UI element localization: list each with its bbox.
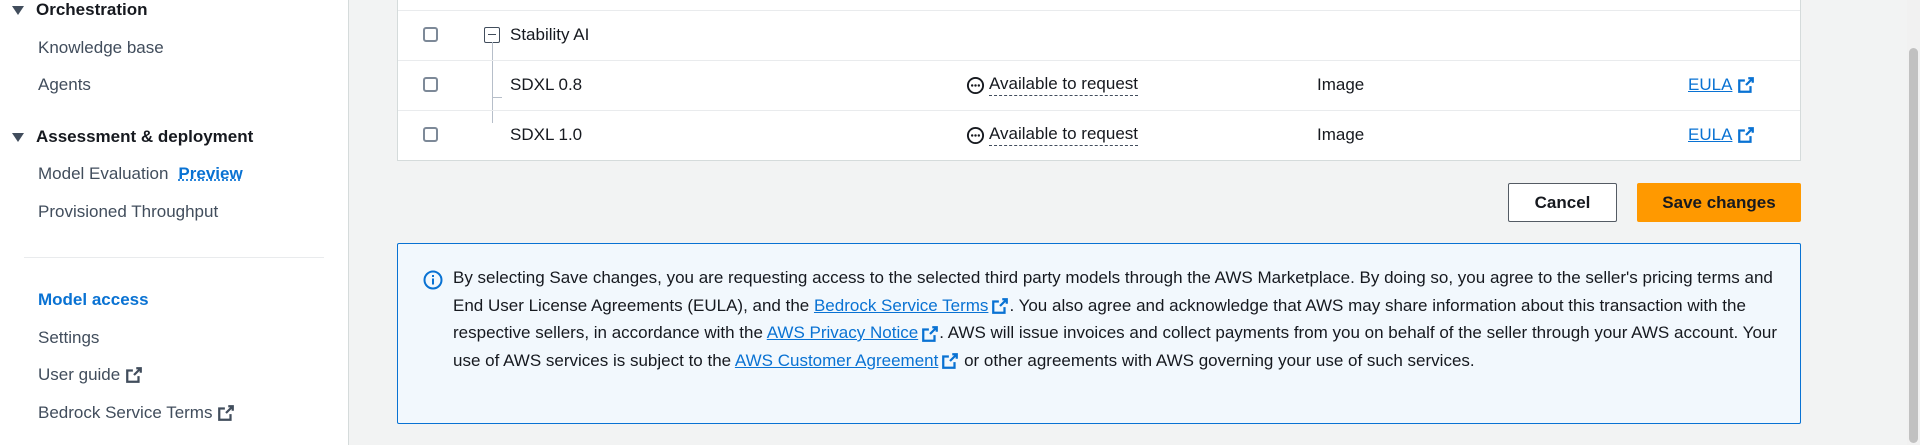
link-text: AWS Customer Agreement <box>734 350 939 370</box>
modality: Image <box>1317 75 1365 94</box>
external-link-icon <box>942 353 959 369</box>
model-name: SDXL 1.0 <box>510 125 583 144</box>
save-changes-button[interactable]: Save changes <box>1637 183 1801 222</box>
pending-status-icon <box>966 126 985 144</box>
access-status[interactable]: Available to request <box>966 124 1139 146</box>
sidebar-item-bedrock-service-terms[interactable]: Bedrock Service Terms <box>38 403 235 423</box>
tree-connector <box>492 97 502 98</box>
aws-privacy-notice-link[interactable]: AWS Privacy Notice <box>767 323 939 342</box>
collapse-icon[interactable] <box>484 27 500 43</box>
access-status[interactable]: Available to request <box>966 74 1139 96</box>
eula-link-text: EULA <box>1688 75 1733 94</box>
info-icon <box>423 270 443 290</box>
sidebar-item-label: User guide <box>38 365 121 384</box>
sidebar-item-settings[interactable]: Settings <box>38 328 99 348</box>
table-row: SDXL 0.8 Available to request Image EULA <box>398 60 1800 111</box>
info-alert: By selecting Save changes, you are reque… <box>397 243 1801 424</box>
external-link-icon <box>126 367 143 383</box>
model-access-table: Stability AI SDXL 0.8 Available to reque… <box>397 0 1801 161</box>
orchestration-section-header: Orchestration <box>36 0 148 19</box>
access-status-text: Available to request <box>989 124 1139 146</box>
external-link-icon <box>1738 77 1755 93</box>
model-checkbox[interactable] <box>423 127 438 142</box>
sidebar-item-model-access[interactable]: Model access <box>38 290 149 310</box>
external-link-icon <box>992 298 1009 314</box>
alert-message: By selecting Save changes, you are reque… <box>453 264 1778 374</box>
pending-status-icon <box>966 76 985 94</box>
eula-link-text: EULA <box>1688 125 1733 144</box>
side-navigation: Orchestration Knowledge base Agents Asse… <box>0 0 349 445</box>
bedrock-service-terms-link[interactable]: Bedrock Service Terms <box>814 296 1009 315</box>
sidebar-item-label: Bedrock Service Terms <box>38 403 213 422</box>
link-text: AWS Privacy Notice <box>766 323 919 342</box>
eula-link[interactable]: EULA <box>1688 75 1755 95</box>
sidebar-item-model-evaluation[interactable]: Model Evaluation Preview <box>38 164 243 184</box>
external-link-icon <box>218 405 235 421</box>
sidebar-item-provisioned-throughput[interactable]: Provisioned Throughput <box>38 202 218 222</box>
orchestration-section-toggle[interactable]: Orchestration <box>12 0 147 20</box>
preview-badge-link[interactable]: Preview <box>178 164 242 184</box>
aws-customer-agreement-link[interactable]: AWS Customer Agreement <box>735 351 959 370</box>
external-link-icon <box>922 325 939 342</box>
main-content: Stability AI SDXL 0.8 Available to reque… <box>349 0 1920 445</box>
sidebar-item-user-guide[interactable]: User guide <box>38 365 143 385</box>
caret-down-icon <box>12 5 24 15</box>
alert-text-part: or other agreements with AWS governing y… <box>959 350 1475 370</box>
page-scrollbar[interactable] <box>1907 0 1920 445</box>
assessment-section-header: Assessment & deployment <box>36 127 254 146</box>
eula-link[interactable]: EULA <box>1688 125 1755 145</box>
model-name: SDXL 0.8 <box>510 75 583 94</box>
assessment-section-toggle[interactable]: Assessment & deployment <box>12 127 253 147</box>
sidebar-item-knowledge-base[interactable]: Knowledge base <box>38 38 164 58</box>
link-text: Bedrock Service Terms <box>813 295 989 315</box>
sidebar-divider <box>24 257 324 258</box>
provider-name: Stability AI <box>510 25 590 44</box>
provider-group-row: Stability AI <box>398 10 1800 61</box>
caret-down-icon <box>12 132 24 142</box>
cancel-button[interactable]: Cancel <box>1508 183 1617 222</box>
access-status-text: Available to request <box>989 74 1139 96</box>
external-link-icon <box>1738 127 1755 143</box>
sidebar-item-agents[interactable]: Agents <box>38 75 91 95</box>
model-checkbox[interactable] <box>423 77 438 92</box>
modality: Image <box>1317 125 1365 144</box>
sidebar-item-label: Model Evaluation <box>38 164 169 183</box>
scrollbar-thumb[interactable] <box>1909 48 1918 443</box>
provider-checkbox[interactable] <box>423 27 438 42</box>
table-row: SDXL 1.0 Available to request Image EULA <box>398 110 1800 161</box>
